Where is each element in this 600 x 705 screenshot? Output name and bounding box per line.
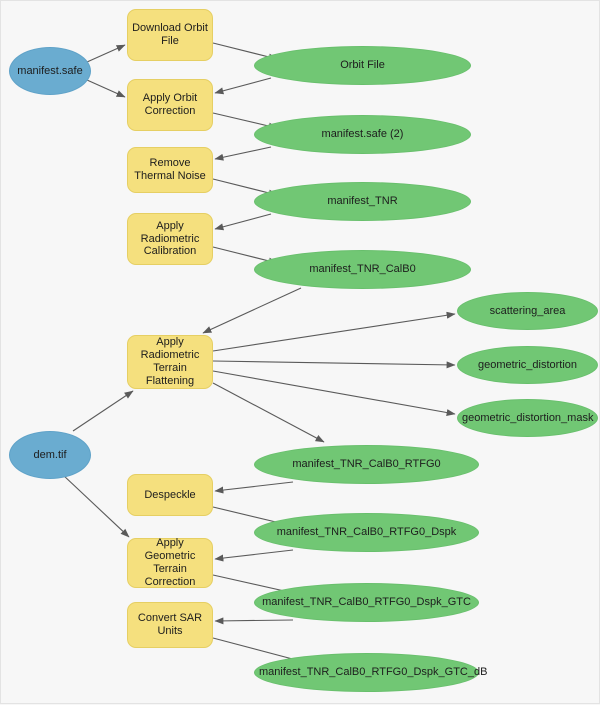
edge-manifest_safe_in-to-apply_orbit_correction (86, 79, 126, 98)
node-label: manifest_TNR (327, 195, 398, 208)
edge-apply_radiometric_terrain_flattening-to-geometric_distortion_mask (212, 370, 456, 416)
workflow-diagram-canvas: manifest.safe dem.tif Download Orbit File A… (0, 0, 600, 704)
node-manifest_safe_in[interactable]: manifest.safe (9, 47, 91, 95)
node-label: Apply Geometric Terrain Correction (144, 537, 196, 588)
edge-dem_tif_in-to-apply_radiometric_terrain_flattening (72, 390, 134, 432)
edge-apply_radiometric_terrain_flattening-to-scattering_area (212, 311, 456, 352)
edge-dem_tif_in-to-apply_geometric_terrain_correction (62, 474, 130, 538)
node-manifest_tnr[interactable]: manifest_TNR (254, 182, 471, 221)
edge-apply_radiometric_terrain_flattening-to-manifest_tnr_calb0_rtfg0 (212, 382, 325, 443)
node-label: manifest.safe (17, 64, 83, 77)
node-orbit_file[interactable]: Orbit File (254, 46, 471, 85)
node-manifest_tnr_calb0_rtfg0[interactable]: manifest_TNR_CalB0_RTFG0 (254, 445, 479, 484)
node-label: Apply Orbit Correction (142, 92, 198, 117)
node-manifest_tnr_calb0_rtfg0_dspk_gtc[interactable]: manifest_TNR_CalB0_RTFG0_Dspk_GTC (254, 583, 479, 622)
edge-orbit_file-to-apply_orbit_correction (214, 77, 272, 95)
node-label: manifest.safe (2) (321, 128, 404, 141)
node-label: manifest_TNR_CalB0 (309, 263, 416, 276)
node-geometric_distortion_mask[interactable]: geometric_distortion_mask (457, 399, 598, 437)
node-remove_thermal_noise[interactable]: Remove Thermal Noise (127, 147, 213, 193)
edge-manifest_tnr_calb0_rtfg0_dspk_gtc-to-convert_sar_units (214, 617, 294, 625)
node-dem_tif_in[interactable]: dem.tif (9, 431, 91, 479)
node-convert_sar_units[interactable]: Convert SAR Units (127, 602, 213, 648)
edge-manifest_tnr_calb0_rtfg0_dspk-to-apply_geometric_terrain_correction (214, 549, 294, 562)
node-apply_radiometric_calibration[interactable]: Apply Radiometric Calibration (127, 213, 213, 265)
node-label: Orbit File (340, 59, 385, 72)
node-label: manifest_TNR_CalB0_RTFG0 (292, 458, 441, 471)
node-label: manifest_TNR_CalB0_RTFG0_Dspk_GTC_dB (259, 666, 488, 679)
node-label: Download Orbit File (132, 22, 208, 47)
node-label: Despeckle (144, 488, 196, 501)
edge-manifest_safe_in-to-download_orbit_file (86, 44, 126, 63)
node-label: Remove Thermal Noise (134, 157, 206, 182)
node-apply_orbit_correction[interactable]: Apply Orbit Correction (127, 79, 213, 131)
node-label: geometric_distortion_mask (462, 411, 594, 424)
node-manifest_tnr_calb0_rtfg0_dspk[interactable]: manifest_TNR_CalB0_RTFG0_Dspk (254, 513, 479, 552)
node-label: manifest_TNR_CalB0_RTFG0_Dspk (276, 526, 457, 539)
edge-manifest_tnr_calb0-to-apply_radiometric_terrain_flattening (202, 287, 302, 334)
node-label: geometric_distortion (477, 358, 578, 371)
edge-manifest_tnr_calb0_rtfg0-to-despeckle (214, 481, 294, 494)
node-apply_geometric_terrain_correction[interactable]: Apply Geometric Terrain Correction (127, 537, 213, 588)
node-manifest_tnr_calb0[interactable]: manifest_TNR_CalB0 (254, 250, 471, 289)
node-manifest_safe_2[interactable]: manifest.safe (2) (254, 115, 471, 154)
node-geometric_distortion[interactable]: geometric_distortion (457, 346, 598, 384)
edge-manifest_tnr-to-apply_radiometric_calibration (214, 213, 272, 231)
node-manifest_tnr_calb0_rtfg0_dspk_gtc_db[interactable]: manifest_TNR_CalB0_RTFG0_Dspk_GTC_dB (254, 653, 488, 692)
node-label: Convert SAR Units (137, 612, 203, 637)
node-label: Apply Radiometric Terrain Flattening (140, 336, 200, 387)
node-label: Apply Radiometric Calibration (140, 219, 200, 258)
edge-apply_radiometric_terrain_flattening-to-geometric_distortion (212, 360, 456, 369)
node-label: dem.tif (33, 448, 67, 461)
node-despeckle[interactable]: Despeckle (127, 474, 213, 516)
node-label: manifest_TNR_CalB0_RTFG0_Dspk_GTC (262, 596, 471, 609)
node-download_orbit_file[interactable]: Download Orbit File (127, 9, 213, 61)
node-apply_radiometric_terrain_flattening[interactable]: Apply Radiometric Terrain Flattening (127, 335, 213, 389)
node-scattering_area[interactable]: scattering_area (457, 292, 598, 330)
edge-manifest_safe_2-to-remove_thermal_noise (214, 146, 272, 161)
node-label: scattering_area (489, 304, 566, 317)
